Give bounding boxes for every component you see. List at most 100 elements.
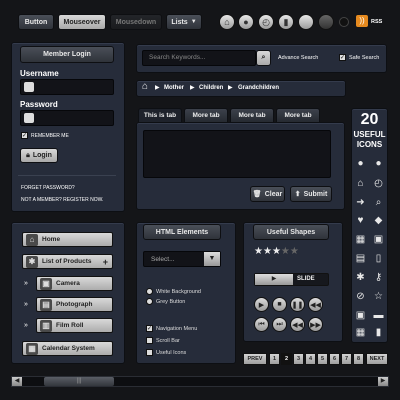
camera-icon[interactable]: ▣ bbox=[355, 310, 366, 321]
home-icon[interactable]: ⌂ bbox=[355, 178, 366, 189]
star-icon: ★ bbox=[289, 246, 299, 257]
submit-button[interactable]: ⬆ Submit bbox=[290, 186, 332, 202]
chart-icon[interactable]: ▮ bbox=[373, 327, 384, 338]
forward-button[interactable]: ▶▶ bbox=[308, 317, 323, 332]
nav-film-roll[interactable]: ▥ Film Roll bbox=[36, 318, 113, 333]
forgot-password-link[interactable]: FORGET PASSWORD? bbox=[21, 185, 75, 191]
user-icon[interactable]: ● bbox=[355, 158, 366, 169]
page-6[interactable]: 6 bbox=[329, 353, 340, 365]
block-icon[interactable]: ⊘ bbox=[355, 291, 366, 302]
nav-label: Film Roll bbox=[56, 322, 84, 329]
clock-icon[interactable]: ◴ bbox=[258, 14, 274, 30]
button-button[interactable]: Button bbox=[18, 14, 54, 30]
page-7[interactable]: 7 bbox=[341, 353, 352, 365]
clear-label: Clear bbox=[264, 190, 283, 198]
tab-more-1[interactable]: More tab bbox=[184, 108, 228, 122]
user-alt-icon[interactable]: ● bbox=[373, 158, 384, 169]
checkbox-scroll-bar[interactable] bbox=[146, 337, 153, 344]
radio-white-background[interactable] bbox=[146, 288, 153, 295]
nav-calendar-system[interactable]: ▦ Calendar System bbox=[22, 341, 113, 356]
arrow-right-icon[interactable]: ➜ bbox=[355, 197, 366, 208]
tab-more-3[interactable]: More tab bbox=[276, 108, 320, 122]
slide-label: SLIDE bbox=[297, 276, 315, 282]
pause-button[interactable]: ❚❚ bbox=[290, 297, 305, 312]
nav-photograph[interactable]: ▤ Photograph bbox=[36, 297, 113, 312]
grid-icon[interactable]: ▦ bbox=[355, 327, 366, 338]
page-1[interactable]: 1 bbox=[269, 353, 280, 365]
scroll-left-icon[interactable]: ◀ bbox=[12, 377, 22, 386]
nav-list-of-products[interactable]: ✱ List of Products + bbox=[22, 254, 113, 269]
circle-icon[interactable] bbox=[298, 14, 314, 30]
search-input[interactable]: Search Keywords... bbox=[142, 50, 256, 66]
breadcrumb-item[interactable]: Children bbox=[199, 85, 223, 91]
page-3[interactable]: 3 bbox=[293, 353, 304, 365]
login-button[interactable]: 🔒︎ Login bbox=[20, 148, 58, 163]
skip-back-button[interactable]: ◀◀ bbox=[308, 297, 323, 312]
star-rating[interactable]: ★★★★★ bbox=[254, 246, 299, 257]
advanced-search-link[interactable]: Advance Search bbox=[278, 55, 318, 61]
safe-search-checkbox[interactable]: ✓ bbox=[339, 54, 346, 61]
page-5[interactable]: 5 bbox=[317, 353, 328, 365]
tab-more-2[interactable]: More tab bbox=[230, 108, 274, 122]
play-button[interactable]: ▶ bbox=[254, 297, 269, 312]
scroll-right-icon[interactable]: ▶ bbox=[378, 377, 388, 386]
previous-button[interactable]: ⏮︎ bbox=[254, 317, 269, 332]
register-link[interactable]: NOT A MEMBER? REGISTER NOW. bbox=[21, 197, 103, 203]
slide-toggle[interactable]: ▶ SLIDE bbox=[254, 273, 329, 286]
cart-icon[interactable]: ▤ bbox=[355, 253, 366, 264]
horizontal-scrollbar[interactable]: ◀ ||| ▶ bbox=[11, 376, 389, 387]
heart-icon[interactable]: ♥ bbox=[355, 215, 366, 226]
message-textarea[interactable] bbox=[143, 130, 331, 178]
lock-icon[interactable]: ▣ bbox=[373, 234, 384, 245]
star-icon: ★ bbox=[254, 246, 263, 257]
page-2[interactable]: 2 bbox=[281, 353, 292, 365]
mousedown-button[interactable]: Mousedown bbox=[110, 14, 162, 30]
username-field[interactable] bbox=[20, 79, 114, 95]
radio-grey-button[interactable] bbox=[146, 298, 153, 305]
mouseover-button[interactable]: Mouseover bbox=[58, 14, 106, 30]
checkbox-useful-icons[interactable] bbox=[146, 349, 153, 356]
chat-icon[interactable]: ▬ bbox=[373, 310, 384, 321]
home-icon[interactable]: ⌂ bbox=[219, 14, 235, 30]
play-icon: ▶ bbox=[255, 274, 293, 285]
lists-dropdown[interactable]: Lists ▼ bbox=[166, 14, 202, 30]
next-button[interactable]: ⏭︎ bbox=[272, 317, 287, 332]
breadcrumb-item[interactable]: Mother bbox=[164, 85, 184, 91]
rss-icon[interactable]: )) bbox=[356, 15, 368, 27]
remember-checkbox[interactable]: ✓ bbox=[21, 132, 28, 139]
search-placeholder: Search Keywords... bbox=[149, 54, 206, 61]
select-dropdown[interactable]: Select... ▼ bbox=[143, 251, 221, 267]
chart-icon[interactable]: ▮ bbox=[278, 14, 294, 30]
next-page-button[interactable]: NEXT bbox=[366, 353, 388, 365]
chevron-right-icon: » bbox=[24, 301, 28, 308]
scroll-thumb[interactable]: ||| bbox=[44, 377, 114, 386]
search-button[interactable]: ⌕ bbox=[256, 50, 271, 66]
rewind-button[interactable]: ◀◀ bbox=[290, 317, 305, 332]
select-value: Select... bbox=[151, 256, 175, 263]
stop-button[interactable]: ■ bbox=[272, 297, 287, 312]
file-icon[interactable]: ▯ bbox=[373, 253, 384, 264]
page-8[interactable]: 8 bbox=[353, 353, 364, 365]
icons-title-1: USEFUL bbox=[353, 130, 386, 139]
dot-icon[interactable] bbox=[339, 17, 349, 27]
key-icon[interactable]: ⚷ bbox=[373, 272, 384, 283]
tag-icon[interactable]: ◆ bbox=[373, 215, 384, 226]
password-field[interactable] bbox=[20, 110, 114, 126]
checkbox-navigation-menu[interactable]: ✓ bbox=[146, 325, 153, 332]
home-icon[interactable]: ⌂ bbox=[142, 81, 148, 92]
clear-button[interactable]: 🗑︎ Clear bbox=[250, 186, 285, 202]
nav-camera[interactable]: ▣ Camera bbox=[36, 276, 113, 291]
gear-icon[interactable]: ✱ bbox=[355, 272, 366, 283]
star-icon[interactable]: ☆ bbox=[373, 291, 384, 302]
tab-this-is-tab[interactable]: This is tab bbox=[138, 108, 182, 122]
breadcrumb-item[interactable]: Grandchildren bbox=[238, 85, 279, 91]
nav-home[interactable]: ⌂ Home bbox=[22, 232, 113, 247]
clock-icon[interactable]: ◴ bbox=[373, 178, 384, 189]
search-icon[interactable]: ⌕ bbox=[373, 197, 384, 208]
page-4[interactable]: 4 bbox=[305, 353, 316, 365]
circle-dark-icon[interactable] bbox=[318, 14, 334, 30]
calendar-icon[interactable]: ▦ bbox=[355, 234, 366, 245]
prev-button[interactable]: PREV bbox=[243, 353, 267, 365]
user-icon[interactable]: ● bbox=[238, 14, 254, 30]
submit-label: Submit bbox=[303, 190, 328, 198]
